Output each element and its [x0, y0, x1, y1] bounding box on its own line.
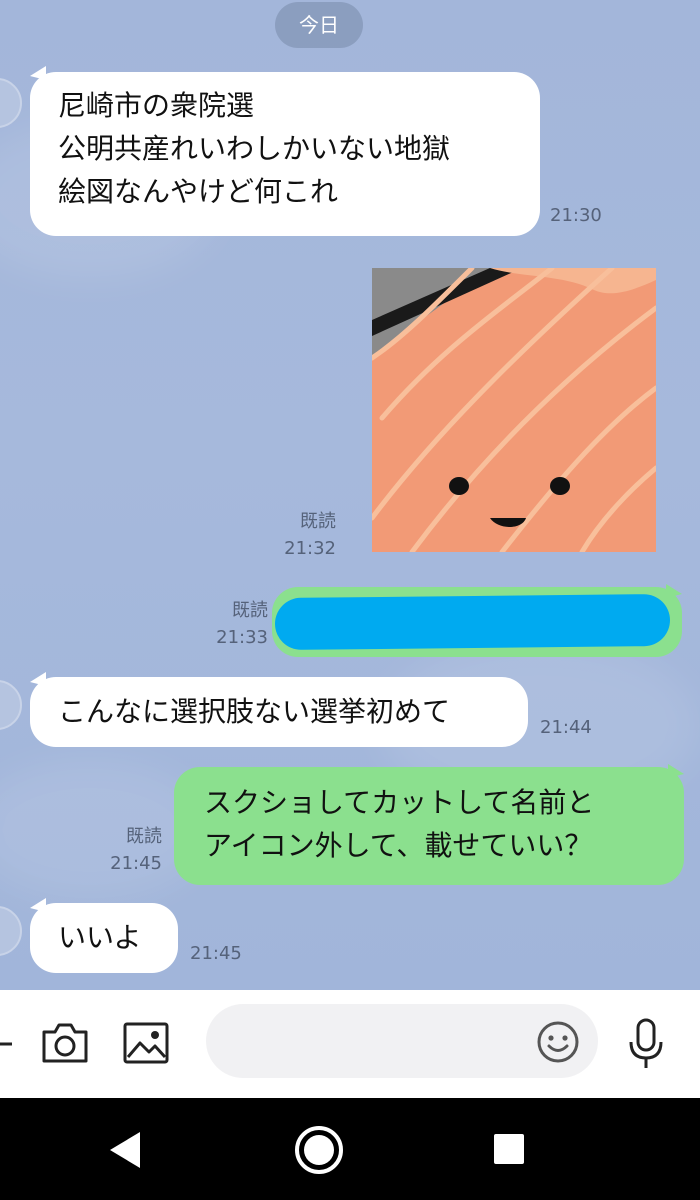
message-line: 絵図なんやけど何これ	[58, 175, 339, 208]
input-bar	[0, 990, 700, 1098]
salmon-sticker[interactable]	[372, 268, 656, 552]
message-bubble-incoming[interactable]: 尼崎市の衆院選 公明共産れいわしかいない地獄 絵図なんやけど何これ	[30, 72, 540, 236]
message-time: 21:45	[110, 853, 162, 874]
message-bubble-incoming[interactable]: こんなに選択肢ない選挙初めて	[30, 677, 528, 747]
message-time: 21:33	[216, 627, 268, 648]
read-receipt: 既読	[300, 511, 336, 532]
message-line: スクショしてカットして名前と	[204, 786, 595, 819]
avatar[interactable]	[0, 78, 22, 128]
read-receipt: 既読	[126, 826, 162, 847]
message-time: 21:45	[190, 943, 242, 964]
message-line: こんなに選択肢ない選挙初めて	[58, 695, 451, 728]
message-line: アイコン外して、載せていい？	[204, 829, 593, 862]
message-bubble-incoming[interactable]: いいよ	[30, 903, 178, 973]
back-icon[interactable]	[108, 1130, 144, 1170]
avatar[interactable]	[0, 680, 22, 730]
read-receipt: 既読	[232, 600, 268, 621]
message-bubble-outgoing[interactable]: スクショしてカットして名前と アイコン外して、載せていい？	[174, 767, 684, 885]
emoji-icon[interactable]	[536, 1020, 580, 1064]
avatar[interactable]	[0, 906, 22, 956]
home-icon[interactable]	[293, 1124, 345, 1176]
message-time: 21:44	[540, 717, 592, 738]
message-line: 公明共産れいわしかいない地獄	[58, 132, 451, 165]
plus-icon[interactable]	[0, 1026, 16, 1062]
message-line: 尼崎市の衆院選	[58, 89, 255, 122]
message-time: 21:32	[284, 538, 336, 559]
microphone-icon[interactable]	[626, 1018, 666, 1070]
recents-icon[interactable]	[492, 1132, 526, 1166]
salmon-sticker-image	[372, 268, 656, 552]
chat-area[interactable]: 今日 尼崎市の衆院選 公明共産れいわしかいない地獄 絵図なんやけど何これ 21:…	[0, 0, 700, 990]
message-line: いいよ	[58, 921, 142, 954]
redaction-scribble	[274, 593, 671, 651]
image-icon[interactable]	[122, 1021, 170, 1065]
message-time: 21:30	[550, 205, 602, 226]
message-input[interactable]	[206, 1004, 598, 1078]
system-nav-bar	[0, 1098, 700, 1200]
date-divider: 今日	[275, 2, 363, 48]
camera-icon[interactable]	[40, 1022, 90, 1064]
